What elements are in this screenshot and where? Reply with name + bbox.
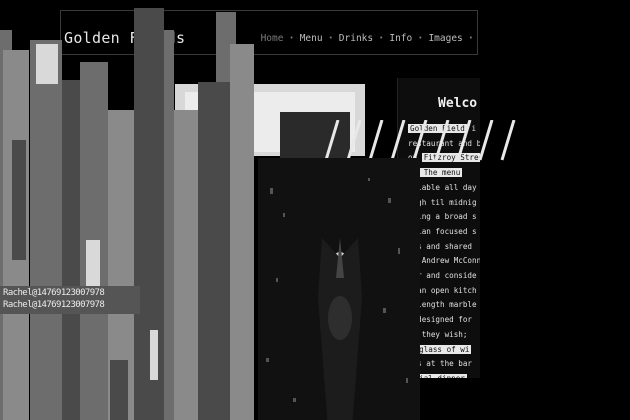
glitch-slice bbox=[150, 330, 158, 380]
glitch-slice bbox=[174, 110, 198, 420]
main-nav: Home • Menu • Drinks • Info • Images • bbox=[255, 33, 473, 44]
site-header: Golden Fields Home • Menu • Drinks • Inf… bbox=[60, 10, 478, 55]
speckle-texture bbox=[266, 178, 408, 402]
nav-item-home[interactable]: Home bbox=[255, 33, 290, 44]
nav-item-drinks[interactable]: Drinks bbox=[333, 33, 379, 44]
welcome-heading: Welco bbox=[438, 96, 478, 111]
contact-phone[interactable]: Rachel@14769123007978 bbox=[3, 288, 105, 298]
glitch-slice bbox=[36, 44, 58, 84]
contact-phone[interactable]: Rachel@14769123007978 bbox=[3, 300, 105, 310]
glitch-slice bbox=[134, 8, 164, 420]
nav-separator: • bbox=[468, 34, 473, 42]
glitch-slice bbox=[230, 44, 254, 420]
glitch-slice bbox=[62, 80, 82, 420]
nav-item-images[interactable]: Images bbox=[422, 33, 468, 44]
glitch-slice bbox=[12, 140, 26, 260]
glitch-slice bbox=[110, 360, 128, 420]
nav-item-menu[interactable]: Menu bbox=[294, 33, 329, 44]
glitch-slice bbox=[198, 82, 230, 420]
feature-photo bbox=[258, 158, 420, 420]
glitch-slice bbox=[30, 40, 62, 420]
nav-item-info[interactable]: Info bbox=[383, 33, 418, 44]
glitch-slice bbox=[164, 30, 174, 420]
